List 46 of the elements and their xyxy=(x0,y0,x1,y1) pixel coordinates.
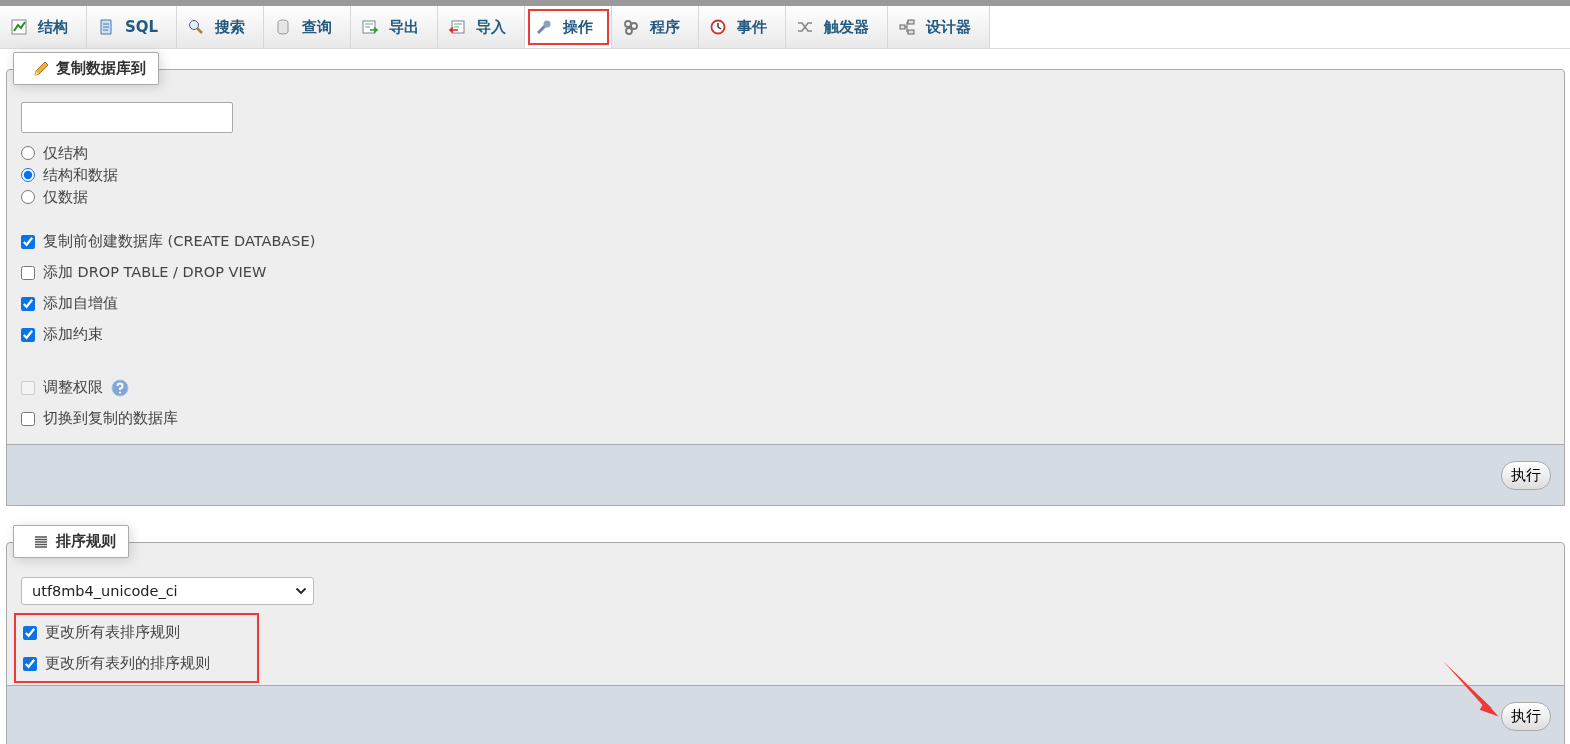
radio-button[interactable] xyxy=(21,190,35,204)
option-label: 添加 DROP TABLE / DROP VIEW xyxy=(43,263,267,282)
radio-button[interactable] xyxy=(21,146,35,160)
chart-icon xyxy=(10,18,28,36)
tab[interactable]: 设计器 xyxy=(888,6,991,48)
tab[interactable]: 查询 xyxy=(264,6,352,48)
checkbox[interactable] xyxy=(21,234,35,249)
tab[interactable]: 事件 xyxy=(699,6,787,48)
option-label: 添加约束 xyxy=(43,325,103,344)
option-label: 复制前创建数据库 (CREATE DATABASE) xyxy=(43,232,316,251)
option-label: 切换到复制的数据库 xyxy=(43,409,178,428)
tab[interactable]: 触发器 xyxy=(786,6,889,48)
legend-text: 排序规则 xyxy=(56,532,116,551)
tab[interactable]: 结构 xyxy=(0,6,87,48)
tab[interactable]: SQL xyxy=(87,6,178,48)
database-name-field[interactable] xyxy=(21,102,233,133)
option-label: 更改所有表排序规则 xyxy=(45,623,180,642)
checkbox[interactable] xyxy=(23,625,37,640)
collation-select[interactable]: utf8mb4_unicode_ci xyxy=(21,577,314,605)
import-icon xyxy=(448,18,467,36)
legend-text: 复制数据库到 xyxy=(56,59,146,78)
scroll-icon xyxy=(97,18,115,36)
network-icon xyxy=(898,18,917,36)
clock-icon xyxy=(709,18,728,36)
tab[interactable]: 操作 xyxy=(525,6,613,48)
checkbox[interactable] xyxy=(21,411,35,426)
option-label: 仅数据 xyxy=(43,187,88,207)
tab[interactable]: 搜索 xyxy=(177,6,265,48)
tab[interactable]: 导入 xyxy=(438,6,526,48)
checkbox[interactable] xyxy=(23,656,37,671)
checkbox[interactable] xyxy=(21,265,35,280)
export-icon xyxy=(361,18,380,36)
tab[interactable]: 程序 xyxy=(612,6,700,48)
option-label: 结构和数据 xyxy=(43,165,118,185)
checkbox[interactable] xyxy=(21,327,35,342)
pencil-icon xyxy=(32,59,50,78)
option-label: 仅结构 xyxy=(43,143,88,163)
option-label: 更改所有表列的排序规则 xyxy=(45,654,210,673)
go-button[interactable]: 执行 xyxy=(1501,701,1551,731)
go-button[interactable]: 执行 xyxy=(1501,460,1551,490)
caret-icon xyxy=(295,587,307,595)
option-label: 调整权限 xyxy=(43,378,103,397)
radio-button[interactable] xyxy=(21,168,35,182)
checkbox[interactable] xyxy=(21,296,35,311)
tab[interactable]: 导出 xyxy=(351,6,439,48)
option-label: 添加自增值 xyxy=(43,294,118,313)
